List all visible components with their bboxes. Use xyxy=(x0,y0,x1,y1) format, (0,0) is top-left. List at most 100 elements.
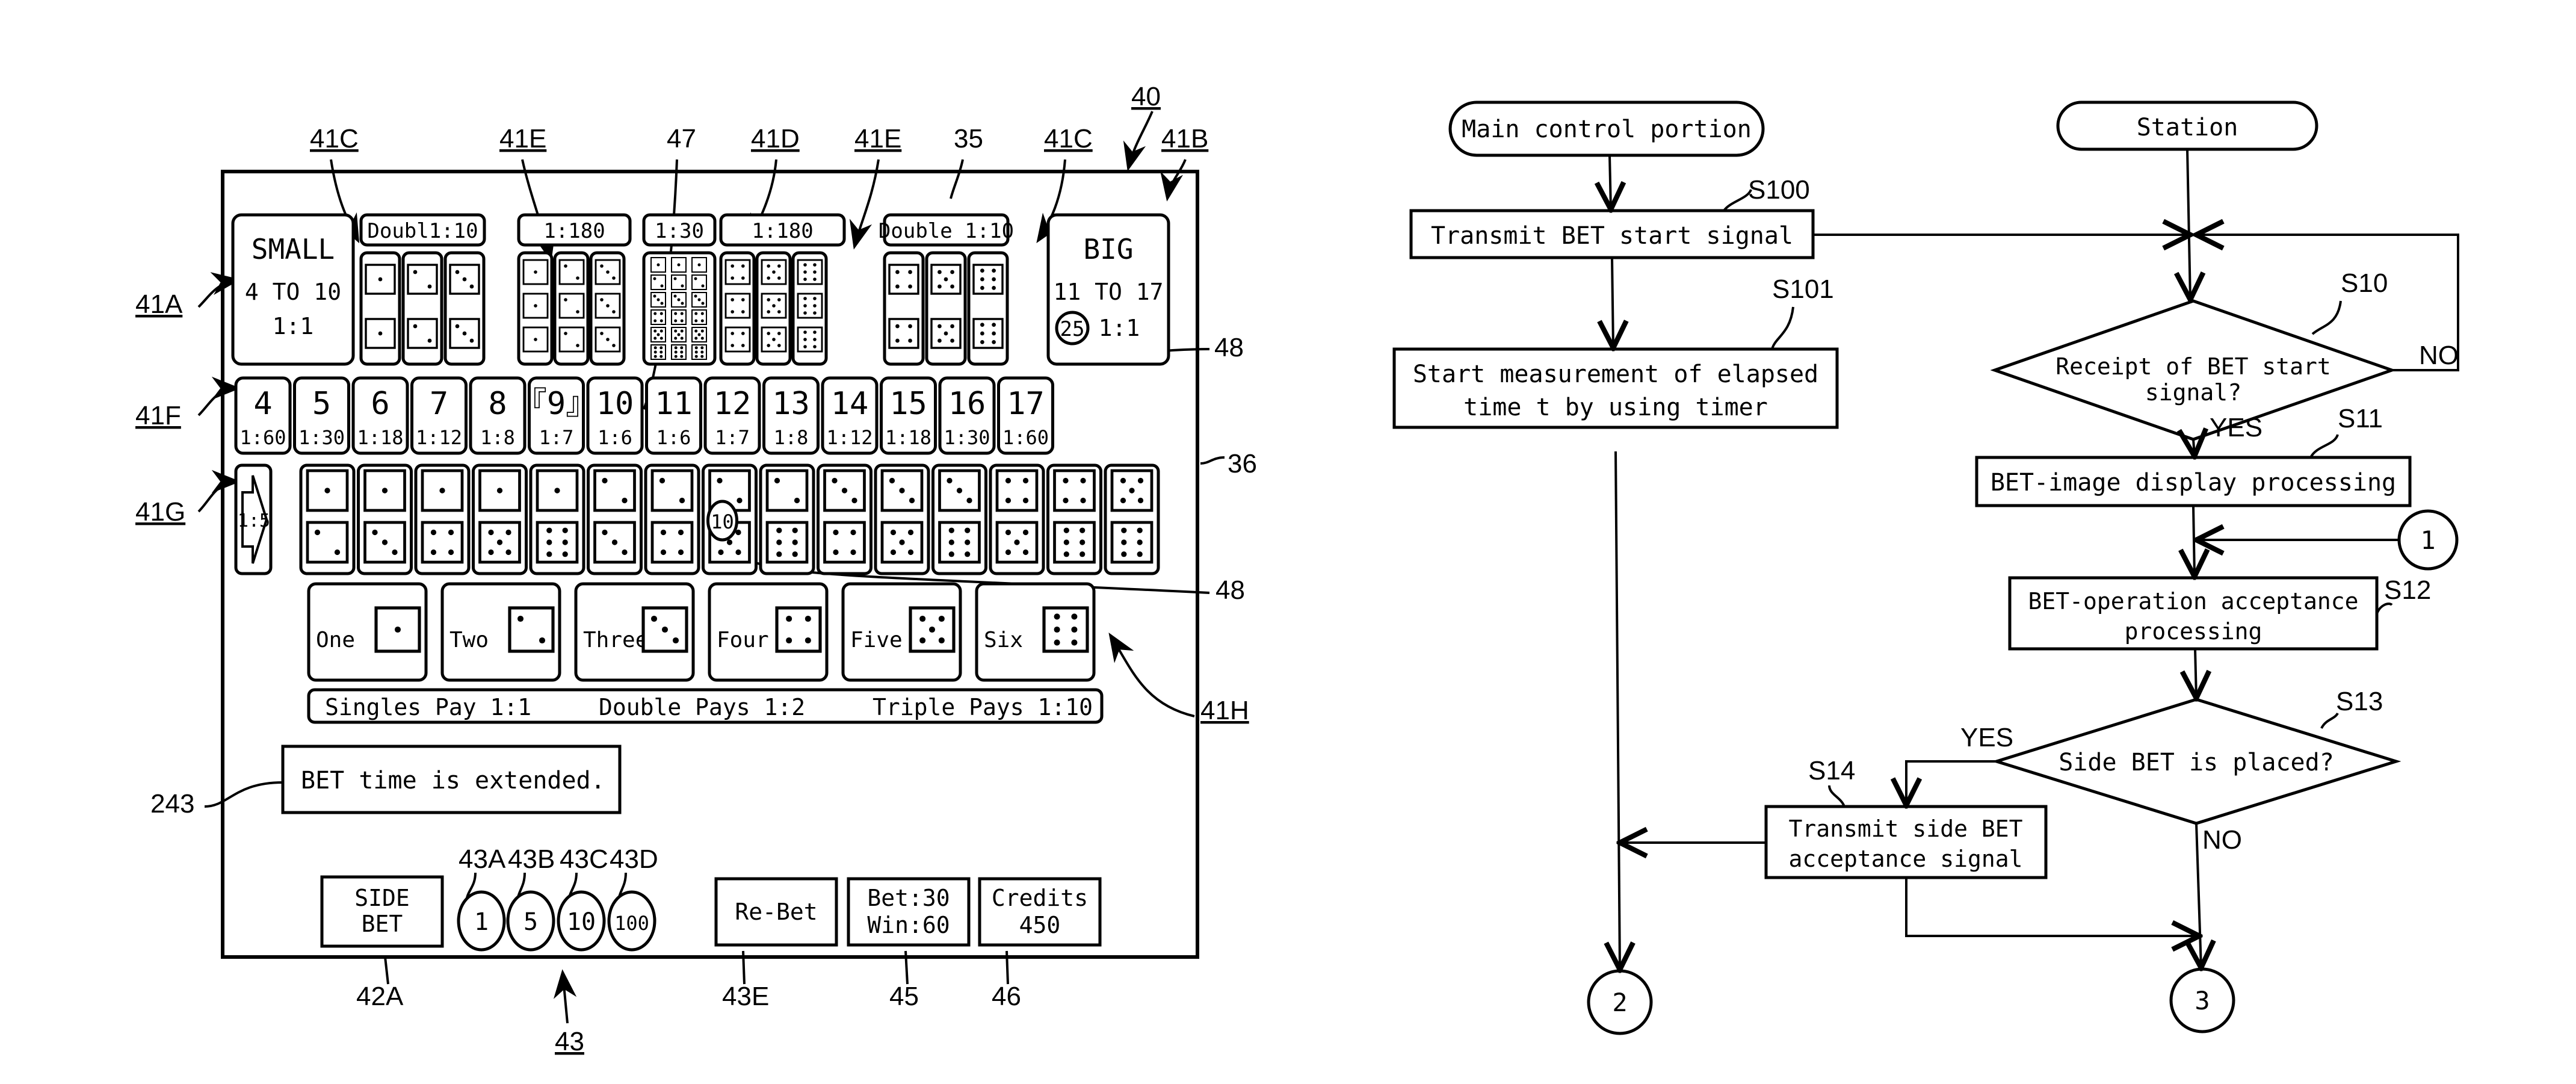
specific-triple-bet-2[interactable] xyxy=(553,251,590,366)
die-face-1-icon xyxy=(536,469,579,512)
die-face-5-icon xyxy=(650,327,666,342)
die-face-5-icon xyxy=(691,327,707,342)
die-face-5-icon xyxy=(761,293,787,319)
total-bet-17[interactable]: 17 1:60 xyxy=(997,376,1054,455)
double-bet-5[interactable] xyxy=(925,251,967,366)
s101-line2: time t by using timer xyxy=(1463,394,1768,421)
total-bet-13[interactable]: 131:8 xyxy=(762,376,820,455)
single-label: Six xyxy=(984,628,1023,652)
total-bet-14[interactable]: 14 1:12 xyxy=(821,376,879,455)
single-label: Two xyxy=(449,628,489,652)
chip-value: 5 xyxy=(524,908,538,936)
specific-triple-bet-6[interactable] xyxy=(791,251,828,366)
die-face-4-icon xyxy=(421,521,464,564)
s13-no: NO xyxy=(2202,825,2242,855)
s10-no: NO xyxy=(2419,341,2459,370)
odds-header-41c: Double 1:10 xyxy=(879,213,1014,247)
die-face-5-icon xyxy=(761,259,787,285)
die-face-5-icon xyxy=(761,326,787,353)
combination-bet-3-6[interactable] xyxy=(931,463,987,575)
ref-41G: 41G xyxy=(135,497,185,527)
chip-5-button[interactable]: 5 xyxy=(506,890,555,952)
single-label: Five xyxy=(850,628,903,652)
combination-bet-2-4[interactable] xyxy=(644,463,700,575)
ref-48: 48 xyxy=(1215,575,1245,605)
die-face-1-icon xyxy=(650,257,666,273)
die-face-1-icon xyxy=(365,264,396,295)
combination-bet-5-6[interactable] xyxy=(1104,463,1160,575)
total-bet-9[interactable]: 『9』1:7 xyxy=(516,376,597,455)
specific-triple-bet-1[interactable] xyxy=(517,251,554,366)
total-number: 『9』 xyxy=(516,386,597,422)
specific-triple-bet-5[interactable] xyxy=(755,251,792,366)
total-bet-11[interactable]: 111:6 xyxy=(645,376,702,455)
total-bet-12[interactable]: 121:7 xyxy=(703,376,761,455)
ref-41F: 41F xyxy=(135,401,181,430)
die-face-6-icon xyxy=(536,521,579,564)
combination-bet-1-5[interactable] xyxy=(472,463,528,575)
specific-triple-bet-3[interactable] xyxy=(589,251,626,366)
total-bet-16[interactable]: 16 1:30 xyxy=(938,376,996,455)
single-number-bet-row: One Two Three Four Five Six xyxy=(307,582,1096,682)
single-bet-one[interactable]: One xyxy=(307,582,428,682)
total-bet-6[interactable]: 6 1:18 xyxy=(351,376,409,455)
s11-text: BET-image display processing xyxy=(1991,469,2396,497)
die-face-6-icon xyxy=(938,521,981,564)
die-face-4-icon xyxy=(724,293,751,319)
side-bet-button[interactable]: SIDE BET xyxy=(320,875,444,948)
win-value: Win:60 xyxy=(867,912,950,938)
total-bet-4[interactable]: 4 1:60 xyxy=(234,376,292,455)
total-bet-5[interactable]: 5 1:30 xyxy=(293,376,350,455)
chip-selector: 1 5 10 100 xyxy=(457,890,656,952)
credits-display: Credits 450 xyxy=(978,877,1102,947)
total-bet-10[interactable]: 101:6 xyxy=(586,376,644,455)
double-bet-4[interactable] xyxy=(883,251,925,366)
combination-bet-4-6[interactable] xyxy=(1046,463,1102,575)
double-bet-1[interactable] xyxy=(359,251,401,366)
die-face-3-icon xyxy=(671,292,687,308)
specific-triple-bet-4[interactable] xyxy=(719,251,756,366)
combination-bet-3-5[interactable] xyxy=(874,463,930,575)
total-bet-15[interactable]: 15 1:18 xyxy=(880,376,937,455)
total-number: 6 xyxy=(371,386,389,422)
double-bet-3[interactable] xyxy=(443,251,486,366)
combination-bet-1-3[interactable] xyxy=(357,463,413,575)
die-face-4-icon xyxy=(888,264,919,295)
total-bet-7[interactable]: 7 1:12 xyxy=(410,376,468,455)
side-bet-line2: BET xyxy=(362,911,403,937)
rebet-button[interactable]: Re-Bet xyxy=(714,877,838,947)
single-bet-three[interactable]: Three xyxy=(574,582,695,682)
s100-text: Transmit BET start signal xyxy=(1431,222,1793,250)
ref-46: 46 xyxy=(992,982,1021,1011)
combination-bet-2-6[interactable] xyxy=(759,463,815,575)
die-face-2-icon xyxy=(650,469,694,512)
ref-41C: 41C xyxy=(1044,124,1093,153)
chip-value: 100 xyxy=(614,912,649,935)
combination-bet-1-2[interactable] xyxy=(299,463,356,575)
combination-bet-1-6[interactable] xyxy=(529,463,585,575)
chip-10-button[interactable]: 10 xyxy=(557,890,606,952)
small-odds: 1:1 xyxy=(273,313,314,339)
total-number: 7 xyxy=(430,386,448,422)
chip-1-button[interactable]: 1 xyxy=(457,890,506,952)
die-face-3-icon xyxy=(449,318,480,349)
die-face-1-icon xyxy=(374,606,421,653)
combination-bet-3-4[interactable] xyxy=(817,463,873,575)
single-bet-two[interactable]: Two xyxy=(440,582,561,682)
single-bet-five[interactable]: Five xyxy=(841,582,962,682)
big-bet-area[interactable]: BIG 11 TO 17 25 1:1 xyxy=(1046,213,1170,366)
any-triple-bet[interactable] xyxy=(642,251,717,366)
s10-line2: signal? xyxy=(2145,379,2241,406)
double-bet-6[interactable] xyxy=(967,251,1009,366)
single-bet-four[interactable]: Four xyxy=(708,582,829,682)
single-bet-six[interactable]: Six xyxy=(975,582,1096,682)
single-label: Four xyxy=(717,628,769,652)
combination-bet-1-4[interactable] xyxy=(414,463,471,575)
start-station: Station xyxy=(2056,101,2318,151)
combination-bet-4-5[interactable] xyxy=(989,463,1045,575)
small-bet-area[interactable]: SMALL 4 TO 10 1:1 xyxy=(231,213,355,366)
combination-bet-2-3[interactable] xyxy=(587,463,643,575)
double-bet-2[interactable] xyxy=(401,251,443,366)
chip-100-button[interactable]: 100 xyxy=(607,890,656,952)
bet-value: Bet:30 xyxy=(867,885,950,911)
